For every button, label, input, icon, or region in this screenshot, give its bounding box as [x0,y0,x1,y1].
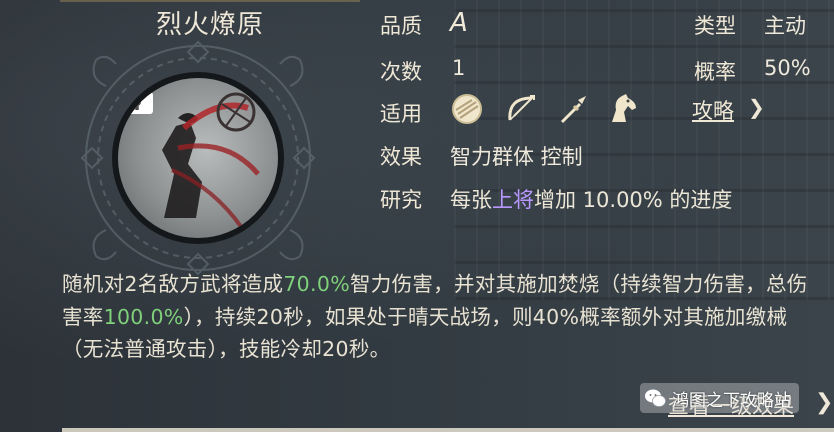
chevron-right-icon[interactable]: ❯ [748,95,765,119]
research-highlight: 上将 [492,188,534,212]
damage-rate-value: 70.0% [283,272,350,296]
quality-value: A [450,8,468,38]
research-suffix: 增加 10.00% 的进度 [534,188,733,212]
wechat-icon [645,389,666,407]
count-label: 次数 [380,60,422,84]
count-value: 1 [452,56,466,80]
shield-icon [452,94,482,124]
rate-label: 概率 [694,60,736,84]
chevron-right-icon[interactable]: ❯ [815,390,833,415]
lock-icon [121,78,153,114]
quality-label: 品质 [380,14,422,38]
burn-rate-value: 100.0% [103,304,184,329]
skill-description: 随机对2名敌方武将造成70.0%智力伤害，并对其施加焚烧（持续智力伤害，总伤害率… [62,268,822,366]
effect-value: 智力群体 控制 [450,145,583,169]
effect-label: 效果 [380,145,422,169]
bottom-divider [62,428,834,432]
research-prefix: 每张 [450,188,492,212]
horse-icon [612,94,636,122]
type-value: 主动 [764,14,806,38]
rate-value: 50% [764,56,811,80]
skill-portrait[interactable] [112,72,284,244]
research-value: 每张上将增加 10.00% 的进度 [450,184,732,214]
watermark: 鸿图之下攻略站 [640,383,799,413]
apply-label: 适用 [380,102,422,126]
watermark-text: 鸿图之下攻略站 [672,390,791,411]
guide-link[interactable]: 攻略 [692,95,734,125]
description-part-1: 随机对2名敌方武将造成 [62,272,284,296]
top-divider [60,0,360,2]
type-label: 类型 [694,14,736,38]
research-label: 研究 [380,188,422,212]
bow-icon [508,95,535,121]
spear-icon [560,96,586,124]
